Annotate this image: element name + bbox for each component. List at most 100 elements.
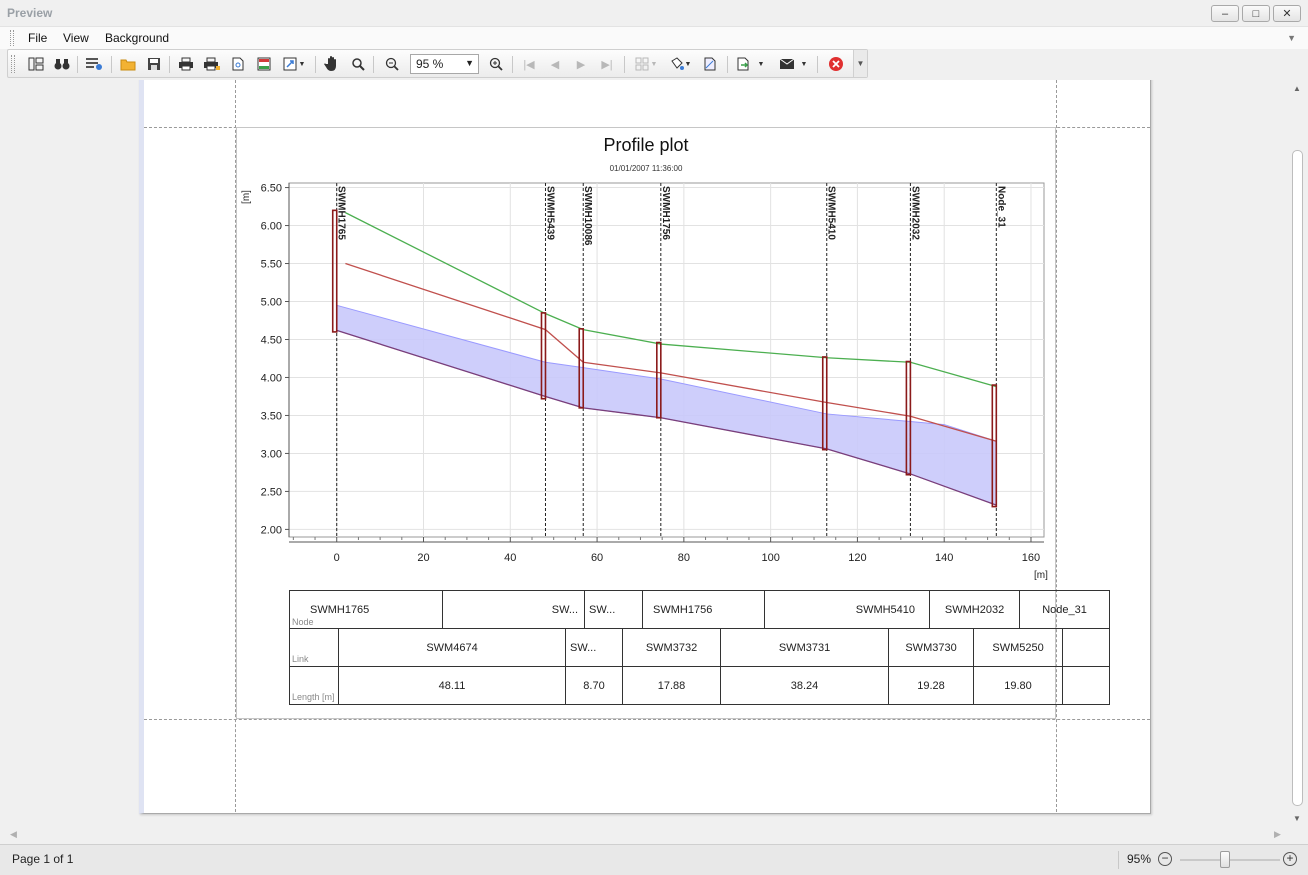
- status-bar: Page 1 of 1 95% − +: [0, 844, 1308, 875]
- quick-print-button[interactable]: [201, 54, 223, 74]
- find-icon: [54, 59, 70, 70]
- next-page-button[interactable]: ▶: [570, 54, 592, 74]
- minus-icon: −: [1161, 851, 1169, 865]
- menu-view[interactable]: View: [63, 31, 89, 45]
- close-button[interactable]: ✕: [1273, 5, 1301, 22]
- hand-tool-button[interactable]: [321, 54, 343, 74]
- minimize-icon: –: [1221, 7, 1229, 20]
- export-button[interactable]: ▼: [733, 54, 767, 74]
- toolbar-separator: [169, 56, 170, 73]
- window-title: Preview: [7, 6, 53, 20]
- scroll-up-icon[interactable]: ▲: [1293, 84, 1301, 93]
- zoom-out-icon: [385, 57, 399, 71]
- navigation-pane-button[interactable]: [25, 54, 47, 74]
- maximize-icon: □: [1252, 7, 1260, 20]
- table-row-nodes: SWMH1765 Node SW... SW... SWMH1756 SWMH54…: [288, 590, 1111, 629]
- first-page-icon: |◀: [523, 58, 535, 71]
- table-cell: SWM4674: [337, 628, 567, 667]
- chevron-down-icon: ▼: [465, 58, 474, 68]
- zoom-in-status-button[interactable]: +: [1283, 852, 1297, 866]
- page-setup-button[interactable]: [227, 54, 249, 74]
- watermark-icon: [704, 57, 716, 71]
- multiple-pages-icon: [635, 57, 649, 71]
- table-cell: SWMH5410: [764, 590, 931, 629]
- toolbar-overflow-button[interactable]: ▼: [853, 50, 867, 77]
- title-bar: Preview – □ ✕: [0, 0, 1308, 27]
- toolbar-separator: [512, 56, 513, 73]
- save-button[interactable]: [143, 54, 165, 74]
- zoom-out-button[interactable]: [381, 54, 403, 74]
- print-icon: [179, 57, 193, 71]
- customize-button[interactable]: [83, 54, 105, 74]
- magnifier-button[interactable]: [347, 54, 369, 74]
- maximize-button[interactable]: □: [1242, 5, 1270, 22]
- scale-icon: [283, 57, 297, 71]
- menu-bar: File View Background ▼: [0, 27, 1308, 49]
- table-cell: 19.28: [888, 666, 975, 705]
- minimize-button[interactable]: –: [1211, 5, 1239, 22]
- find-button[interactable]: [51, 54, 73, 74]
- scroll-right-icon[interactable]: ▶: [1274, 829, 1281, 840]
- toolbar-separator: [727, 56, 728, 73]
- first-page-button[interactable]: |◀: [518, 54, 540, 74]
- page-setup-icon: [232, 57, 244, 71]
- close-icon: ✕: [1282, 8, 1292, 20]
- table-cell: SW...: [442, 590, 586, 629]
- row-label-node: Node: [292, 617, 314, 627]
- magnifier-icon: [352, 58, 365, 71]
- menu-file[interactable]: File: [28, 31, 47, 45]
- vertical-scroll-thumb[interactable]: [1292, 150, 1303, 806]
- zoom-value: 95 %: [416, 57, 444, 71]
- send-email-button[interactable]: ▼: [775, 54, 811, 74]
- send-email-icon: [779, 58, 794, 69]
- menu-background[interactable]: Background: [105, 31, 169, 45]
- page-color-button[interactable]: ▼: [665, 54, 695, 74]
- close-preview-button[interactable]: [825, 54, 847, 74]
- previous-page-icon: ◀: [550, 58, 560, 71]
- toolbar-separator: [373, 56, 374, 73]
- scale-button[interactable]: ▼: [279, 54, 309, 74]
- open-icon: [120, 59, 136, 71]
- zoom-out-status-button[interactable]: −: [1158, 852, 1172, 866]
- table-cell: SWM3732: [622, 628, 722, 667]
- table-cell: SW...: [565, 628, 624, 667]
- scroll-left-icon[interactable]: ◀: [10, 829, 17, 840]
- table-cell: [1062, 628, 1111, 667]
- zoom-percentage: 95%: [1127, 852, 1152, 866]
- table-cell: 8.70: [565, 666, 624, 705]
- toolbar-separator: [624, 56, 625, 73]
- next-page-icon: ▶: [576, 58, 586, 71]
- open-button[interactable]: [117, 54, 139, 74]
- zoom-slider-thumb[interactable]: [1220, 851, 1230, 868]
- profile-table: SWMH1765 Node SW... SW... SWMH1756 SWMH54…: [288, 590, 1111, 705]
- vertical-scrollbar[interactable]: ▲ ▼: [1288, 80, 1308, 826]
- table-cell: SWMH2032: [929, 590, 1021, 629]
- menu-grip[interactable]: [10, 30, 14, 46]
- print-button[interactable]: [175, 54, 197, 74]
- zoom-combobox[interactable]: 95 % ▼: [410, 54, 479, 74]
- table-cell: 38.24: [720, 666, 890, 705]
- table-row-links: Link SWM4674 SW... SWM3732 SWM3731 SWM37…: [289, 628, 1111, 667]
- toolbar-grip[interactable]: [11, 55, 15, 73]
- scroll-down-icon[interactable]: ▼: [1293, 814, 1301, 823]
- chevron-down-icon: ▼: [856, 59, 865, 68]
- table-cell: SWM3731: [720, 628, 890, 667]
- row-label-length: Length [m]: [289, 666, 339, 705]
- header-footer-button[interactable]: [253, 54, 275, 74]
- status-separator: [1118, 851, 1119, 869]
- zoom-slider-track[interactable]: [1180, 859, 1280, 861]
- table-cell: 17.88: [622, 666, 722, 705]
- margin-guide: [144, 719, 1150, 720]
- zoom-in-icon: [489, 57, 503, 71]
- document-viewport[interactable]: [0, 80, 1288, 826]
- toolbar: ▼ 95 % ▼ |◀ ◀ ▶ ▶| ▼ ▼ ▼ ▼ ▼: [7, 49, 868, 78]
- horizontal-scrollbar[interactable]: ◀ ▶: [0, 826, 1288, 844]
- last-page-button[interactable]: ▶|: [596, 54, 618, 74]
- zoom-in-button[interactable]: [485, 54, 507, 74]
- menu-customize-icon[interactable]: ▼: [1287, 33, 1296, 43]
- watermark-button[interactable]: [699, 54, 721, 74]
- previous-page-button[interactable]: ◀: [544, 54, 566, 74]
- multiple-pages-button[interactable]: ▼: [631, 54, 661, 74]
- table-cell: SW...: [584, 590, 644, 629]
- table-cell: SWMH1765 Node: [288, 590, 444, 629]
